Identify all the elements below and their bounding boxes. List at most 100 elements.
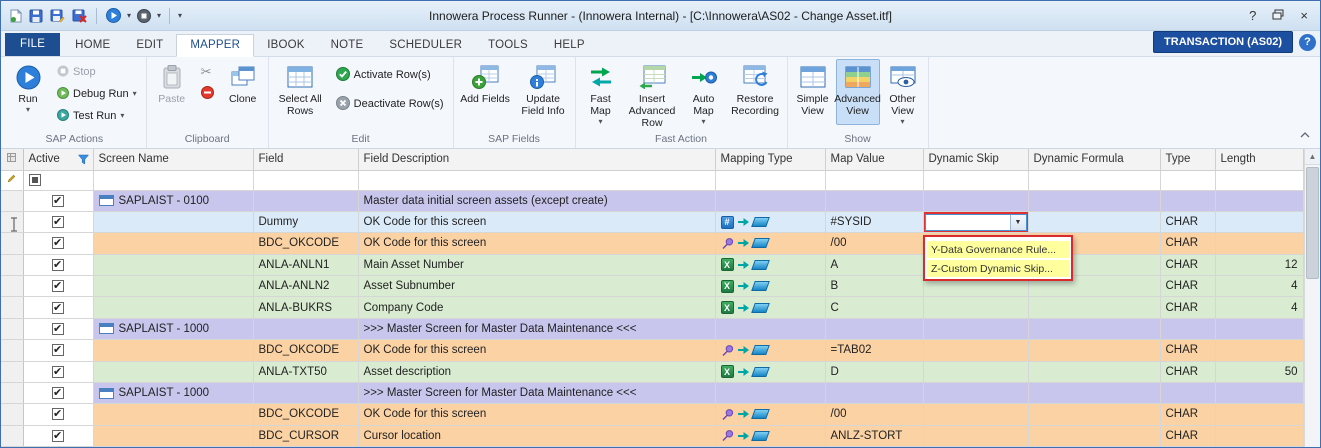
map-value-cell[interactable]: C xyxy=(825,296,924,319)
dynamic-skip-cell[interactable] xyxy=(923,403,1029,426)
row-indicator[interactable] xyxy=(1,318,24,341)
dynamic-skip-cell[interactable] xyxy=(923,190,1029,212)
screen-name-cell[interactable] xyxy=(93,361,254,383)
dynamic-skip-cell[interactable] xyxy=(923,296,1029,319)
row-indicator[interactable] xyxy=(1,382,24,405)
type-cell[interactable] xyxy=(1160,382,1216,405)
field-cell[interactable]: ANLA-BUKRS xyxy=(253,296,359,319)
screen-name-cell[interactable] xyxy=(93,339,254,362)
map-value-cell[interactable]: /00 xyxy=(825,403,924,426)
mapping-type-cell[interactable] xyxy=(715,425,826,447)
dynamic-skip-cell[interactable]: ▼ xyxy=(923,211,1029,234)
screen-name-cell[interactable] xyxy=(93,296,254,319)
tab-file[interactable]: FILE xyxy=(5,33,61,56)
scroll-up-button[interactable]: ▲ xyxy=(1304,149,1320,165)
customize-qat-button[interactable]: ▾ xyxy=(178,11,182,20)
advanced-view-button[interactable]: Advanced View xyxy=(834,59,881,125)
active-cell[interactable] xyxy=(23,232,94,255)
active-cell[interactable] xyxy=(23,211,94,234)
column-header-type[interactable]: Type xyxy=(1160,149,1216,171)
active-checkbox[interactable] xyxy=(52,236,64,250)
map-value-cell[interactable]: ANLZ-STORT xyxy=(825,425,924,447)
screen-name-cell[interactable] xyxy=(93,254,254,277)
map-value-cell[interactable]: A xyxy=(825,254,924,277)
map-value-cell[interactable] xyxy=(825,382,924,405)
active-cell[interactable] xyxy=(23,403,94,426)
map-value-cell[interactable]: =TAB02 xyxy=(825,339,924,362)
dynamic-skip-cell[interactable] xyxy=(923,318,1029,341)
mapping-type-cell[interactable] xyxy=(715,382,826,405)
dynamic-skip-cell[interactable] xyxy=(923,425,1029,447)
mapping-type-cell[interactable] xyxy=(715,339,826,362)
field-cell[interactable]: ANLA-TXT50 xyxy=(253,361,359,383)
field-cell[interactable]: ANLA-ANLN2 xyxy=(253,275,359,298)
delete-button[interactable] xyxy=(195,84,220,104)
transaction-button[interactable]: TRANSACTION (AS02) xyxy=(1153,31,1293,53)
fast-map-button[interactable]: Fast Map ▾ xyxy=(579,59,623,127)
activate-rows-button[interactable]: Activate Row(s) xyxy=(330,65,450,85)
length-cell[interactable] xyxy=(1215,318,1304,341)
screen-name-cell[interactable] xyxy=(93,403,254,426)
row-indicator[interactable] xyxy=(1,190,24,212)
row-indicator[interactable] xyxy=(1,425,24,447)
length-cell[interactable]: 50 xyxy=(1215,361,1304,383)
column-header-dynamic-skip[interactable]: Dynamic Skip xyxy=(923,149,1029,171)
select-all-rows-button[interactable]: Select All Rows xyxy=(272,59,329,125)
column-header-map-value[interactable]: Map Value xyxy=(825,149,924,171)
screen-name-cell[interactable]: SAPLAIST - 1000 xyxy=(93,318,254,341)
dynamic-formula-cell[interactable] xyxy=(1028,296,1161,319)
mapping-type-cell[interactable] xyxy=(715,403,826,426)
field-cell[interactable] xyxy=(253,190,359,212)
type-cell[interactable]: CHAR xyxy=(1160,296,1216,319)
active-cell[interactable] xyxy=(23,425,94,447)
row-indicator[interactable] xyxy=(1,232,24,255)
filter-cell-field[interactable] xyxy=(253,170,359,191)
field-cell[interactable]: Dummy xyxy=(253,211,359,234)
dropdown-item-z-custom-dynamic-skip[interactable]: Z-Custom Dynamic Skip... xyxy=(927,260,1069,277)
column-header-screen-name[interactable]: Screen Name xyxy=(93,149,254,171)
dropdown-arrow-icon[interactable]: ▼ xyxy=(1009,214,1026,230)
grid-corner-cell[interactable] xyxy=(1,149,24,171)
mapping-type-cell[interactable]: X xyxy=(715,296,826,319)
active-checkbox[interactable] xyxy=(52,386,64,400)
column-header-dynamic-formula[interactable]: Dynamic Formula xyxy=(1028,149,1161,171)
stop-quick-button[interactable] xyxy=(136,7,152,25)
length-cell[interactable] xyxy=(1215,403,1304,426)
length-cell[interactable] xyxy=(1215,425,1304,447)
map-value-cell[interactable]: #SYSID xyxy=(825,211,924,234)
type-cell[interactable]: CHAR xyxy=(1160,254,1216,277)
active-checkbox[interactable] xyxy=(52,279,64,293)
type-cell[interactable]: CHAR xyxy=(1160,275,1216,298)
dynamic-formula-cell[interactable] xyxy=(1028,382,1161,405)
filter-cell-mapping-type[interactable] xyxy=(715,170,826,191)
close-button[interactable]: × xyxy=(1300,8,1308,23)
screen-name-cell[interactable]: SAPLAIST - 1000 xyxy=(93,382,254,405)
filter-indicator-cell[interactable] xyxy=(1,170,24,191)
active-checkbox[interactable] xyxy=(52,343,64,357)
length-cell[interactable]: 4 xyxy=(1215,275,1304,298)
active-checkbox[interactable] xyxy=(52,301,64,314)
run-quick-button[interactable] xyxy=(105,7,122,25)
active-cell[interactable] xyxy=(23,339,94,362)
length-cell[interactable]: 4 xyxy=(1215,296,1304,319)
scrollbar-thumb[interactable] xyxy=(1306,167,1319,279)
row-indicator[interactable] xyxy=(1,403,24,426)
map-value-cell[interactable]: /00 xyxy=(825,232,924,255)
help-button[interactable]: ? xyxy=(1249,8,1256,23)
stop-quick-caret-icon[interactable]: ▾ xyxy=(157,11,161,20)
map-value-cell[interactable] xyxy=(825,318,924,341)
field-cell[interactable]: BDC_CURSOR xyxy=(253,425,359,447)
active-cell[interactable] xyxy=(23,275,94,298)
length-cell[interactable] xyxy=(1215,190,1304,212)
length-cell[interactable] xyxy=(1215,382,1304,405)
row-indicator[interactable] xyxy=(1,296,24,319)
clone-button[interactable]: Clone xyxy=(221,59,265,125)
auto-map-button[interactable]: Auto Map ▾ xyxy=(682,59,726,127)
other-view-button[interactable]: Other View ▾ xyxy=(881,59,925,127)
filter-cell-active[interactable] xyxy=(23,170,94,191)
map-value-cell[interactable]: D xyxy=(825,361,924,383)
column-header-field-description[interactable]: Field Description xyxy=(358,149,716,171)
field-description-cell[interactable]: OK Code for this screen xyxy=(358,339,716,362)
map-value-cell[interactable]: B xyxy=(825,275,924,298)
dropdown-item-y-data-governance[interactable]: Y-Data Governance Rule... xyxy=(927,241,1069,258)
